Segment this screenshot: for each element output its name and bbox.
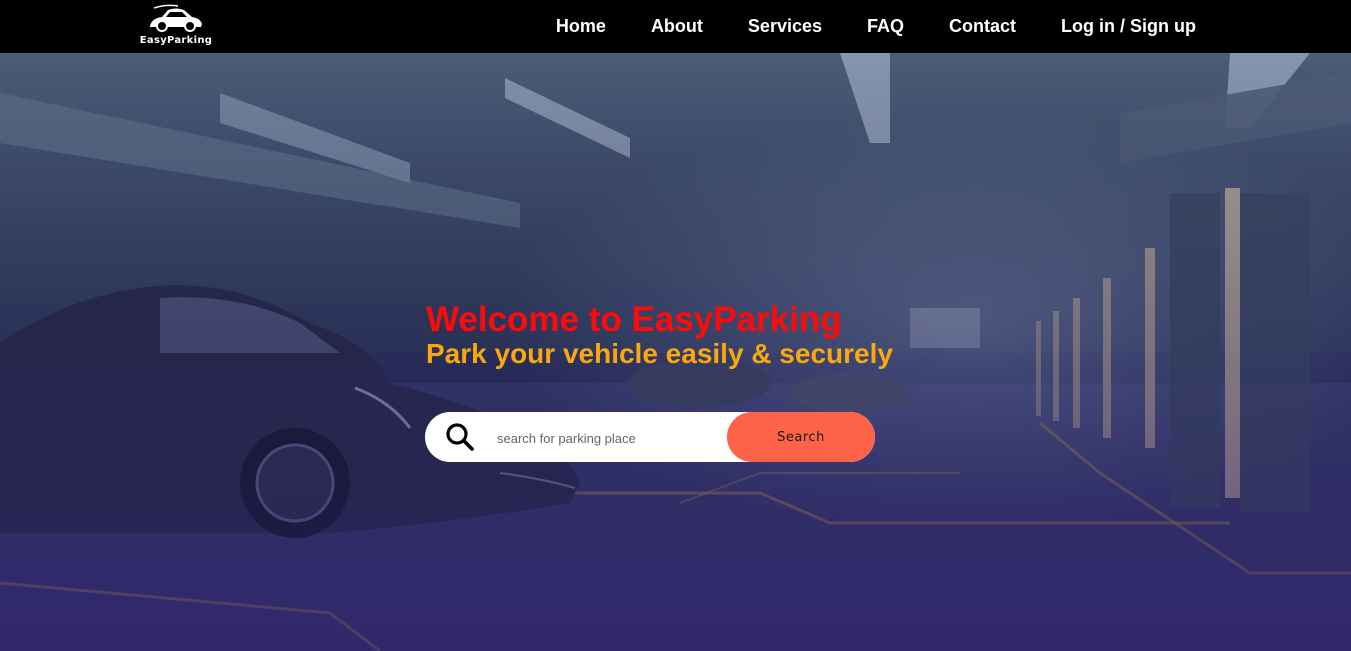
- nav-login-signup-link[interactable]: Log in / Sign up: [1061, 16, 1196, 37]
- navbar: EasyParking Home About Services FAQ Cont…: [0, 0, 1351, 53]
- hero-title: Welcome to EasyParking: [426, 300, 842, 339]
- car-logo-icon: [150, 4, 202, 32]
- nav-contact-link[interactable]: Contact: [949, 16, 1016, 37]
- search-bar: Search: [425, 412, 875, 462]
- main-nav: Home About Services FAQ Contact Log in /…: [556, 0, 1196, 53]
- nav-home-link[interactable]: Home: [556, 16, 606, 37]
- search-input[interactable]: [495, 422, 749, 454]
- search-icon: [446, 423, 474, 451]
- nav-services-link[interactable]: Services: [748, 16, 822, 37]
- brand-name: EasyParking: [139, 35, 213, 46]
- nav-faq-link[interactable]: FAQ: [867, 16, 904, 37]
- search-button[interactable]: Search: [727, 412, 875, 462]
- nav-about-link[interactable]: About: [651, 16, 703, 37]
- hero-subtitle: Park your vehicle easily & securely: [426, 338, 893, 369]
- brand-logo[interactable]: EasyParking: [136, 4, 216, 48]
- hero-section: Welcome to EasyParking Park your vehicle…: [0, 53, 1351, 651]
